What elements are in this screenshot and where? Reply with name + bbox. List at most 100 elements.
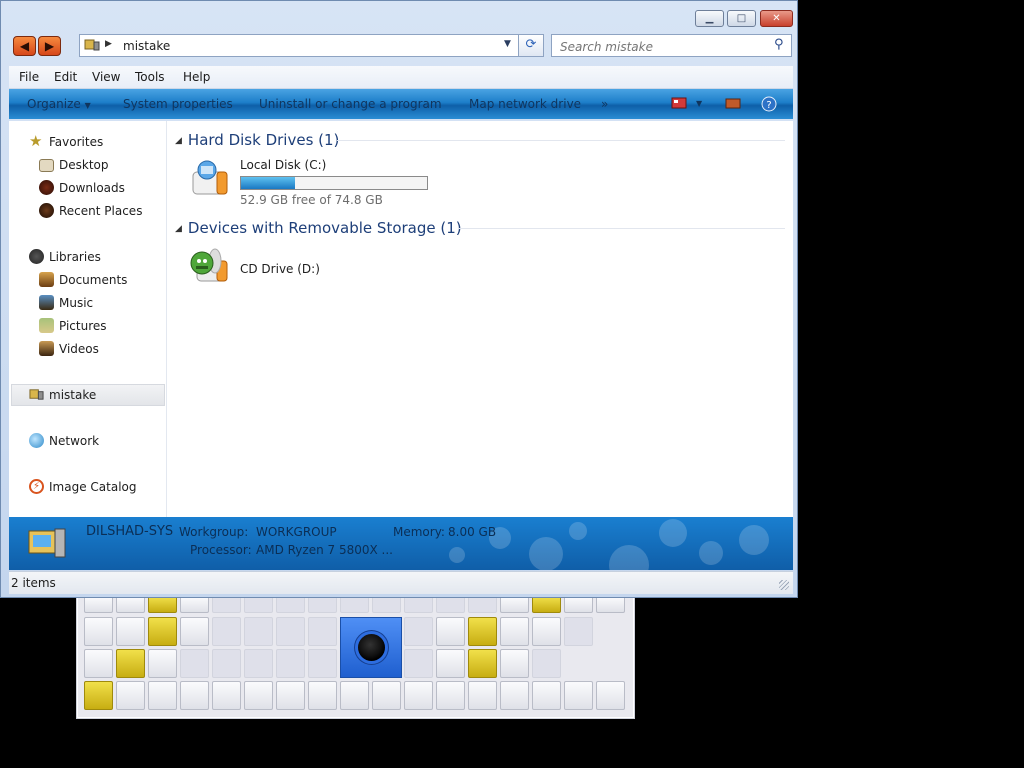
command-bar: Organize ▼ System properties Uninstall o… (9, 89, 793, 119)
block-tile[interactable] (564, 596, 593, 613)
block-tile[interactable] (532, 617, 561, 646)
block-tile[interactable] (436, 681, 465, 710)
title-bar[interactable]: ▁ □ ✕ (1, 1, 799, 31)
nav-favorites-label: Favorites (49, 135, 104, 149)
gold-tile[interactable] (468, 617, 497, 646)
menu-edit[interactable]: Edit (54, 70, 77, 84)
address-path[interactable]: mistake (123, 39, 170, 53)
processor-value: AMD Ryzen 7 5800X ... (256, 543, 393, 557)
floor-tile (340, 596, 369, 613)
block-tile[interactable] (436, 649, 465, 678)
system-properties-button[interactable]: System properties (123, 97, 233, 111)
change-view-icon[interactable] (671, 97, 687, 109)
block-tile[interactable] (500, 681, 529, 710)
resize-grip[interactable] (779, 580, 789, 590)
local-disk-icon (192, 160, 228, 195)
floor-tile (308, 617, 337, 646)
block-tile[interactable] (180, 596, 209, 613)
block-tile[interactable] (180, 617, 209, 646)
refresh-button[interactable]: ⟳ (518, 34, 544, 57)
floor-tile (404, 596, 433, 613)
block-tile[interactable] (596, 681, 625, 710)
block-tile[interactable] (564, 681, 593, 710)
forward-button[interactable]: ▶ (38, 36, 61, 56)
block-tile[interactable] (404, 681, 433, 710)
items-count: 2 items (11, 576, 56, 590)
game-hole[interactable] (340, 617, 402, 678)
status-bar: 2 items (9, 571, 793, 594)
removable-group-header[interactable]: ◢ Devices with Removable Storage (1) (175, 219, 462, 237)
back-button[interactable]: ◀ (13, 36, 36, 56)
group-divider (337, 140, 785, 141)
nav-videos-label: Videos (59, 342, 99, 356)
gold-tile[interactable] (84, 681, 113, 710)
nav-libraries-label: Libraries (49, 250, 101, 264)
floor-tile (404, 617, 433, 646)
help-icon[interactable]: ? (761, 96, 777, 112)
breadcrumb-separator-icon: ▶ (105, 39, 112, 49)
block-tile[interactable] (84, 649, 113, 678)
block-tile[interactable] (308, 681, 337, 710)
block-tile[interactable] (148, 681, 177, 710)
organize-label: Organize (27, 97, 81, 111)
floor-tile (308, 649, 337, 678)
block-tile[interactable] (212, 681, 241, 710)
gold-tile[interactable] (468, 649, 497, 678)
search-box[interactable]: ⚲ (551, 34, 792, 57)
workgroup-label: Workgroup: (179, 525, 249, 539)
address-dropdown-icon[interactable]: ▼ (504, 39, 511, 49)
block-tile[interactable] (468, 681, 497, 710)
block-tile[interactable] (84, 596, 113, 613)
block-tile[interactable] (116, 617, 145, 646)
floor-tile (372, 596, 401, 613)
block-tile[interactable] (276, 681, 305, 710)
menu-view[interactable]: View (92, 70, 120, 84)
search-icon[interactable]: ⚲ (774, 37, 784, 52)
floor-tile (564, 617, 593, 646)
computer-icon (84, 39, 100, 51)
organize-dropdown-icon: ▼ (84, 101, 91, 110)
block-tile[interactable] (500, 649, 529, 678)
block-tile[interactable] (372, 681, 401, 710)
bubble-decoration (699, 541, 723, 565)
disk-usage-fill (241, 177, 295, 189)
block-tile[interactable] (116, 681, 145, 710)
hdd-group-header[interactable]: ◢ Hard Disk Drives (1) (175, 131, 339, 149)
organize-button[interactable]: Organize ▼ (27, 97, 91, 111)
block-tile[interactable] (148, 649, 177, 678)
explorer-window: ▁ □ ✕ ◀ ▶ ▶ mistake ▼ ⟳ ⚲ File Edit View… (0, 0, 798, 598)
close-button[interactable]: ✕ (760, 10, 793, 27)
disk-usage-bar (240, 176, 428, 190)
block-tile[interactable] (340, 681, 369, 710)
block-tile[interactable] (596, 596, 625, 613)
gold-tile[interactable] (116, 649, 145, 678)
block-tile[interactable] (244, 681, 273, 710)
block-tile[interactable] (116, 596, 145, 613)
block-tile[interactable] (436, 617, 465, 646)
view-dropdown-icon[interactable]: ▼ (696, 99, 702, 108)
maximize-button[interactable]: □ (727, 10, 756, 27)
gold-tile[interactable] (148, 617, 177, 646)
block-tile[interactable] (180, 681, 209, 710)
menu-tools[interactable]: Tools (135, 70, 165, 84)
gold-tile[interactable] (532, 596, 561, 613)
minimize-button[interactable]: ▁ (695, 10, 724, 27)
block-tile[interactable] (500, 617, 529, 646)
floor-tile (244, 596, 273, 613)
network-icon (29, 433, 44, 448)
block-tile[interactable] (500, 596, 529, 613)
address-bar[interactable]: ▶ mistake ▼ (79, 34, 527, 57)
menu-file[interactable]: File (19, 70, 39, 84)
local-disk-name: Local Disk (C:) (240, 158, 327, 172)
bubble-decoration (569, 522, 587, 540)
more-commands-button[interactable]: » (601, 97, 608, 111)
computer-name: DILSHAD-SYS (86, 524, 174, 539)
search-input[interactable] (558, 37, 762, 56)
map-network-drive-button[interactable]: Map network drive (469, 97, 581, 111)
uninstall-program-button[interactable]: Uninstall or change a program (259, 97, 442, 111)
gold-tile[interactable] (148, 596, 177, 613)
block-tile[interactable] (84, 617, 113, 646)
block-tile[interactable] (532, 681, 561, 710)
menu-help[interactable]: Help (183, 70, 210, 84)
preview-pane-icon[interactable] (725, 97, 741, 109)
